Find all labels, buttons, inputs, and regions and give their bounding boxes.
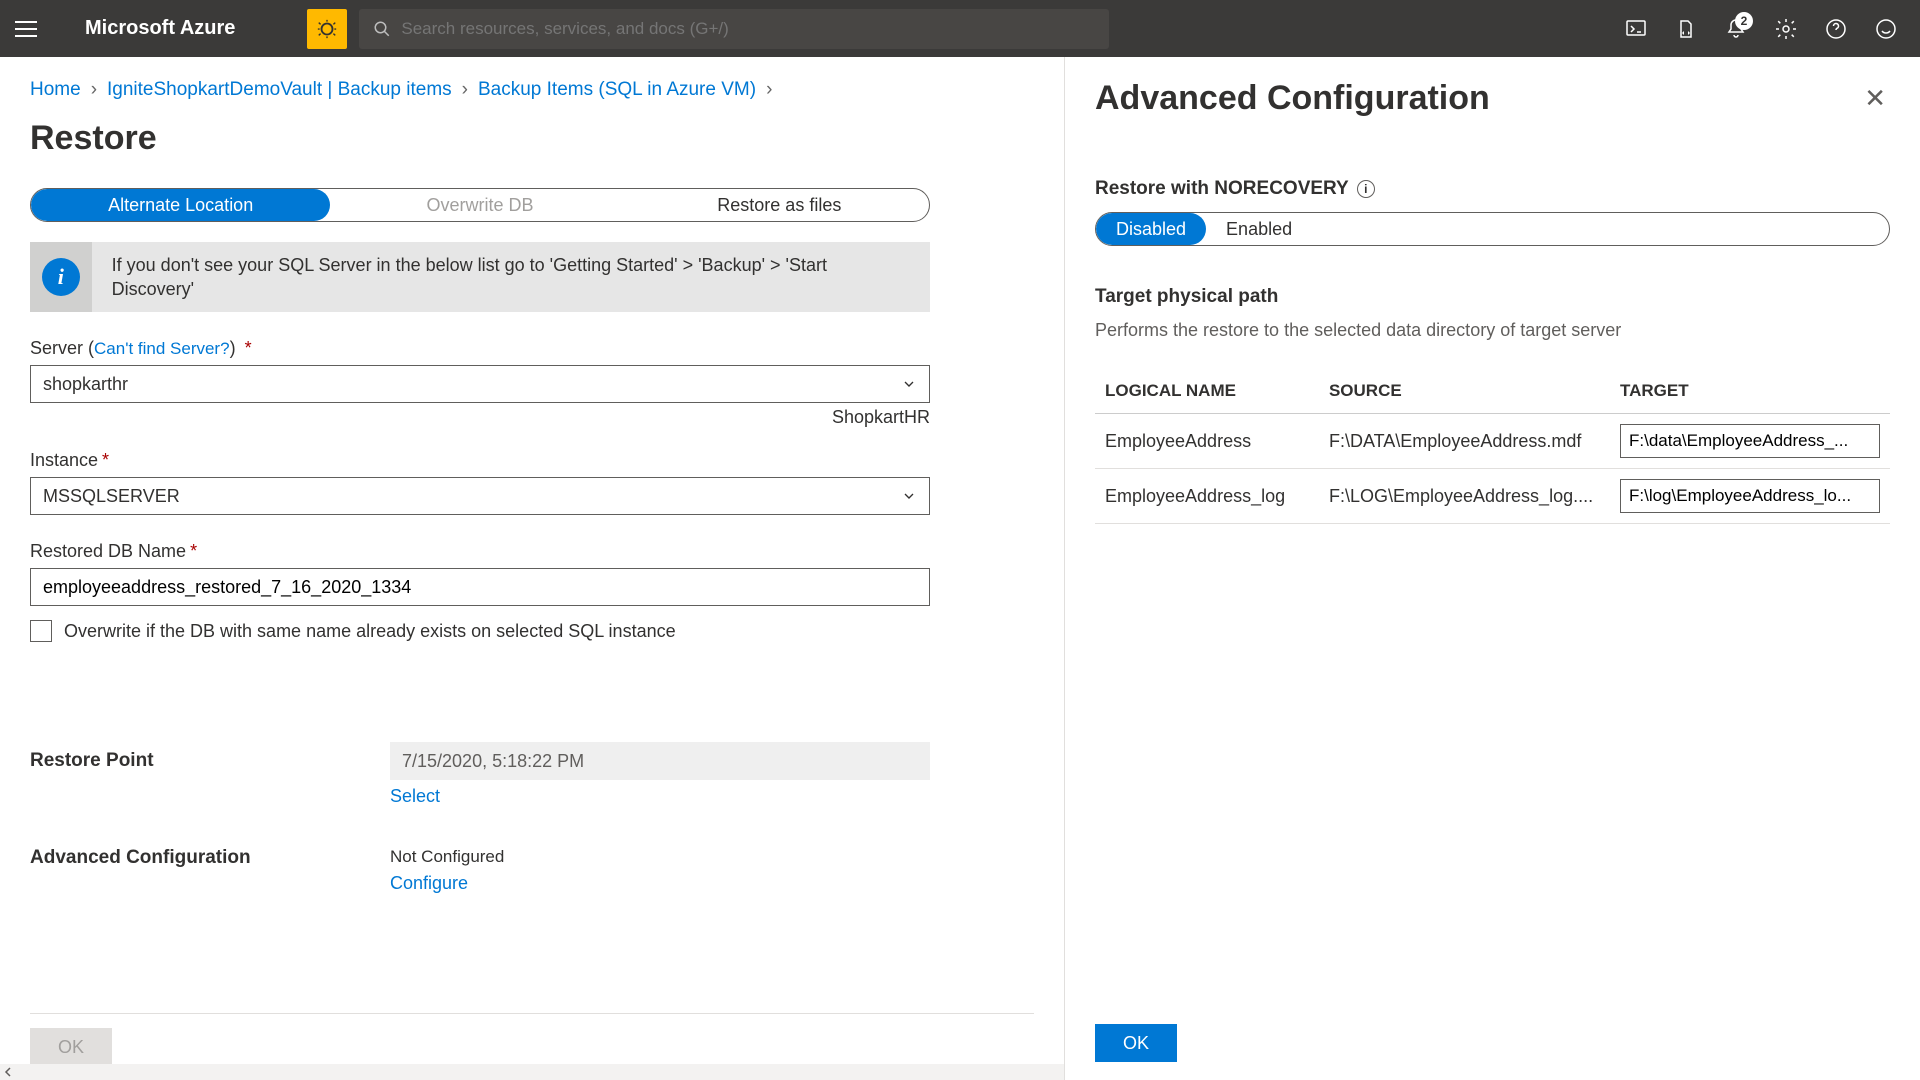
- breadcrumb: Home › IgniteShopkartDemoVault | Backup …: [30, 79, 1034, 101]
- restore-blade: Home › IgniteShopkartDemoVault | Backup …: [0, 57, 1065, 1080]
- breadcrumb-backup-items[interactable]: Backup Items (SQL in Azure VM): [478, 79, 756, 101]
- notifications-icon[interactable]: 2: [1717, 10, 1755, 48]
- server-label: Server (Can't find Server?) *: [30, 338, 1034, 359]
- overwrite-checkbox[interactable]: [30, 620, 52, 642]
- search-box[interactable]: [359, 9, 1109, 49]
- norecovery-label: Restore with NORECOVERY i: [1095, 178, 1890, 200]
- close-icon[interactable]: ✕: [1860, 79, 1890, 118]
- restore-location-tabs: Alternate Location Overwrite DB Restore …: [30, 188, 930, 222]
- restore-point-value: [390, 742, 930, 780]
- targetpath-desc: Performs the restore to the selected dat…: [1095, 320, 1890, 341]
- cloud-shell-icon[interactable]: [1617, 10, 1655, 48]
- directory-switch-icon[interactable]: [1667, 10, 1705, 48]
- instance-label: Instance*: [30, 450, 1034, 471]
- instance-select[interactable]: MSSQLSERVER: [30, 477, 930, 515]
- th-target: TARGET: [1610, 369, 1890, 414]
- restore-point-label: Restore Point: [30, 750, 390, 772]
- ok-button[interactable]: OK: [30, 1028, 112, 1066]
- advconfig-value: Not Configured: [390, 847, 504, 866]
- advconfig-label: Advanced Configuration: [30, 847, 390, 869]
- search-icon: [373, 20, 391, 38]
- advanced-config-panel: Advanced Configuration ✕ Restore with NO…: [1065, 57, 1920, 1080]
- configure-link[interactable]: Configure: [390, 873, 468, 894]
- dbname-label: Restored DB Name*: [30, 541, 1034, 562]
- toggle-enabled[interactable]: Enabled: [1206, 213, 1312, 245]
- paths-table: LOGICAL NAME SOURCE TARGET EmployeeAddre…: [1095, 369, 1890, 524]
- dbname-input[interactable]: [30, 568, 930, 606]
- settings-gear-icon[interactable]: [1767, 10, 1805, 48]
- panel-ok-button[interactable]: OK: [1095, 1024, 1177, 1062]
- chevron-down-icon: [901, 488, 917, 504]
- th-source: SOURCE: [1319, 369, 1610, 414]
- help-icon[interactable]: [1817, 10, 1855, 48]
- chevron-down-icon: [901, 376, 917, 392]
- panel-title: Advanced Configuration: [1095, 79, 1490, 118]
- breadcrumb-vault[interactable]: IgniteShopkartDemoVault | Backup items: [107, 79, 452, 101]
- hamburger-menu-icon[interactable]: [15, 15, 43, 43]
- server-hint: ShopkartHR: [30, 407, 930, 428]
- breadcrumb-home[interactable]: Home: [30, 79, 81, 101]
- th-logical: LOGICAL NAME: [1095, 369, 1319, 414]
- search-input[interactable]: [401, 19, 1095, 39]
- scroll-left-icon[interactable]: [0, 1064, 1064, 1080]
- tab-overwrite-db[interactable]: Overwrite DB: [330, 189, 629, 221]
- table-row: EmployeeAddress_log F:\LOG\EmployeeAddre…: [1095, 469, 1890, 524]
- cant-find-server-link[interactable]: Can't find Server?: [94, 339, 230, 358]
- cell-logical: EmployeeAddress_log: [1095, 469, 1319, 524]
- select-restore-point-link[interactable]: Select: [390, 786, 440, 807]
- instance-value: MSSQLSERVER: [43, 486, 180, 507]
- top-bar: Microsoft Azure 2: [0, 0, 1920, 57]
- toggle-disabled[interactable]: Disabled: [1096, 213, 1206, 245]
- target-input[interactable]: [1620, 479, 1880, 513]
- bug-icon[interactable]: [307, 9, 347, 49]
- notification-badge: 2: [1735, 12, 1753, 30]
- feedback-smile-icon[interactable]: [1867, 10, 1905, 48]
- tab-alternate-location[interactable]: Alternate Location: [31, 189, 330, 221]
- info-banner: i If you don't see your SQL Server in th…: [30, 242, 930, 312]
- info-tooltip-icon[interactable]: i: [1357, 180, 1375, 198]
- brand-label: Microsoft Azure: [85, 17, 235, 40]
- target-input[interactable]: [1620, 424, 1880, 458]
- table-row: EmployeeAddress F:\DATA\EmployeeAddress.…: [1095, 414, 1890, 469]
- server-value: shopkarthr: [43, 374, 128, 395]
- info-message: If you don't see your SQL Server in the …: [92, 243, 930, 312]
- cell-logical: EmployeeAddress: [1095, 414, 1319, 469]
- tab-restore-as-files[interactable]: Restore as files: [630, 189, 929, 221]
- cell-source: F:\LOG\EmployeeAddress_log....: [1319, 469, 1610, 524]
- overwrite-label: Overwrite if the DB with same name alrea…: [64, 621, 676, 642]
- norecovery-toggle: Disabled Enabled: [1095, 212, 1890, 246]
- server-select[interactable]: shopkarthr: [30, 365, 930, 403]
- page-title: Restore: [30, 119, 1034, 158]
- info-icon: i: [30, 242, 92, 312]
- cell-source: F:\DATA\EmployeeAddress.mdf: [1319, 414, 1610, 469]
- targetpath-label: Target physical path: [1095, 286, 1890, 308]
